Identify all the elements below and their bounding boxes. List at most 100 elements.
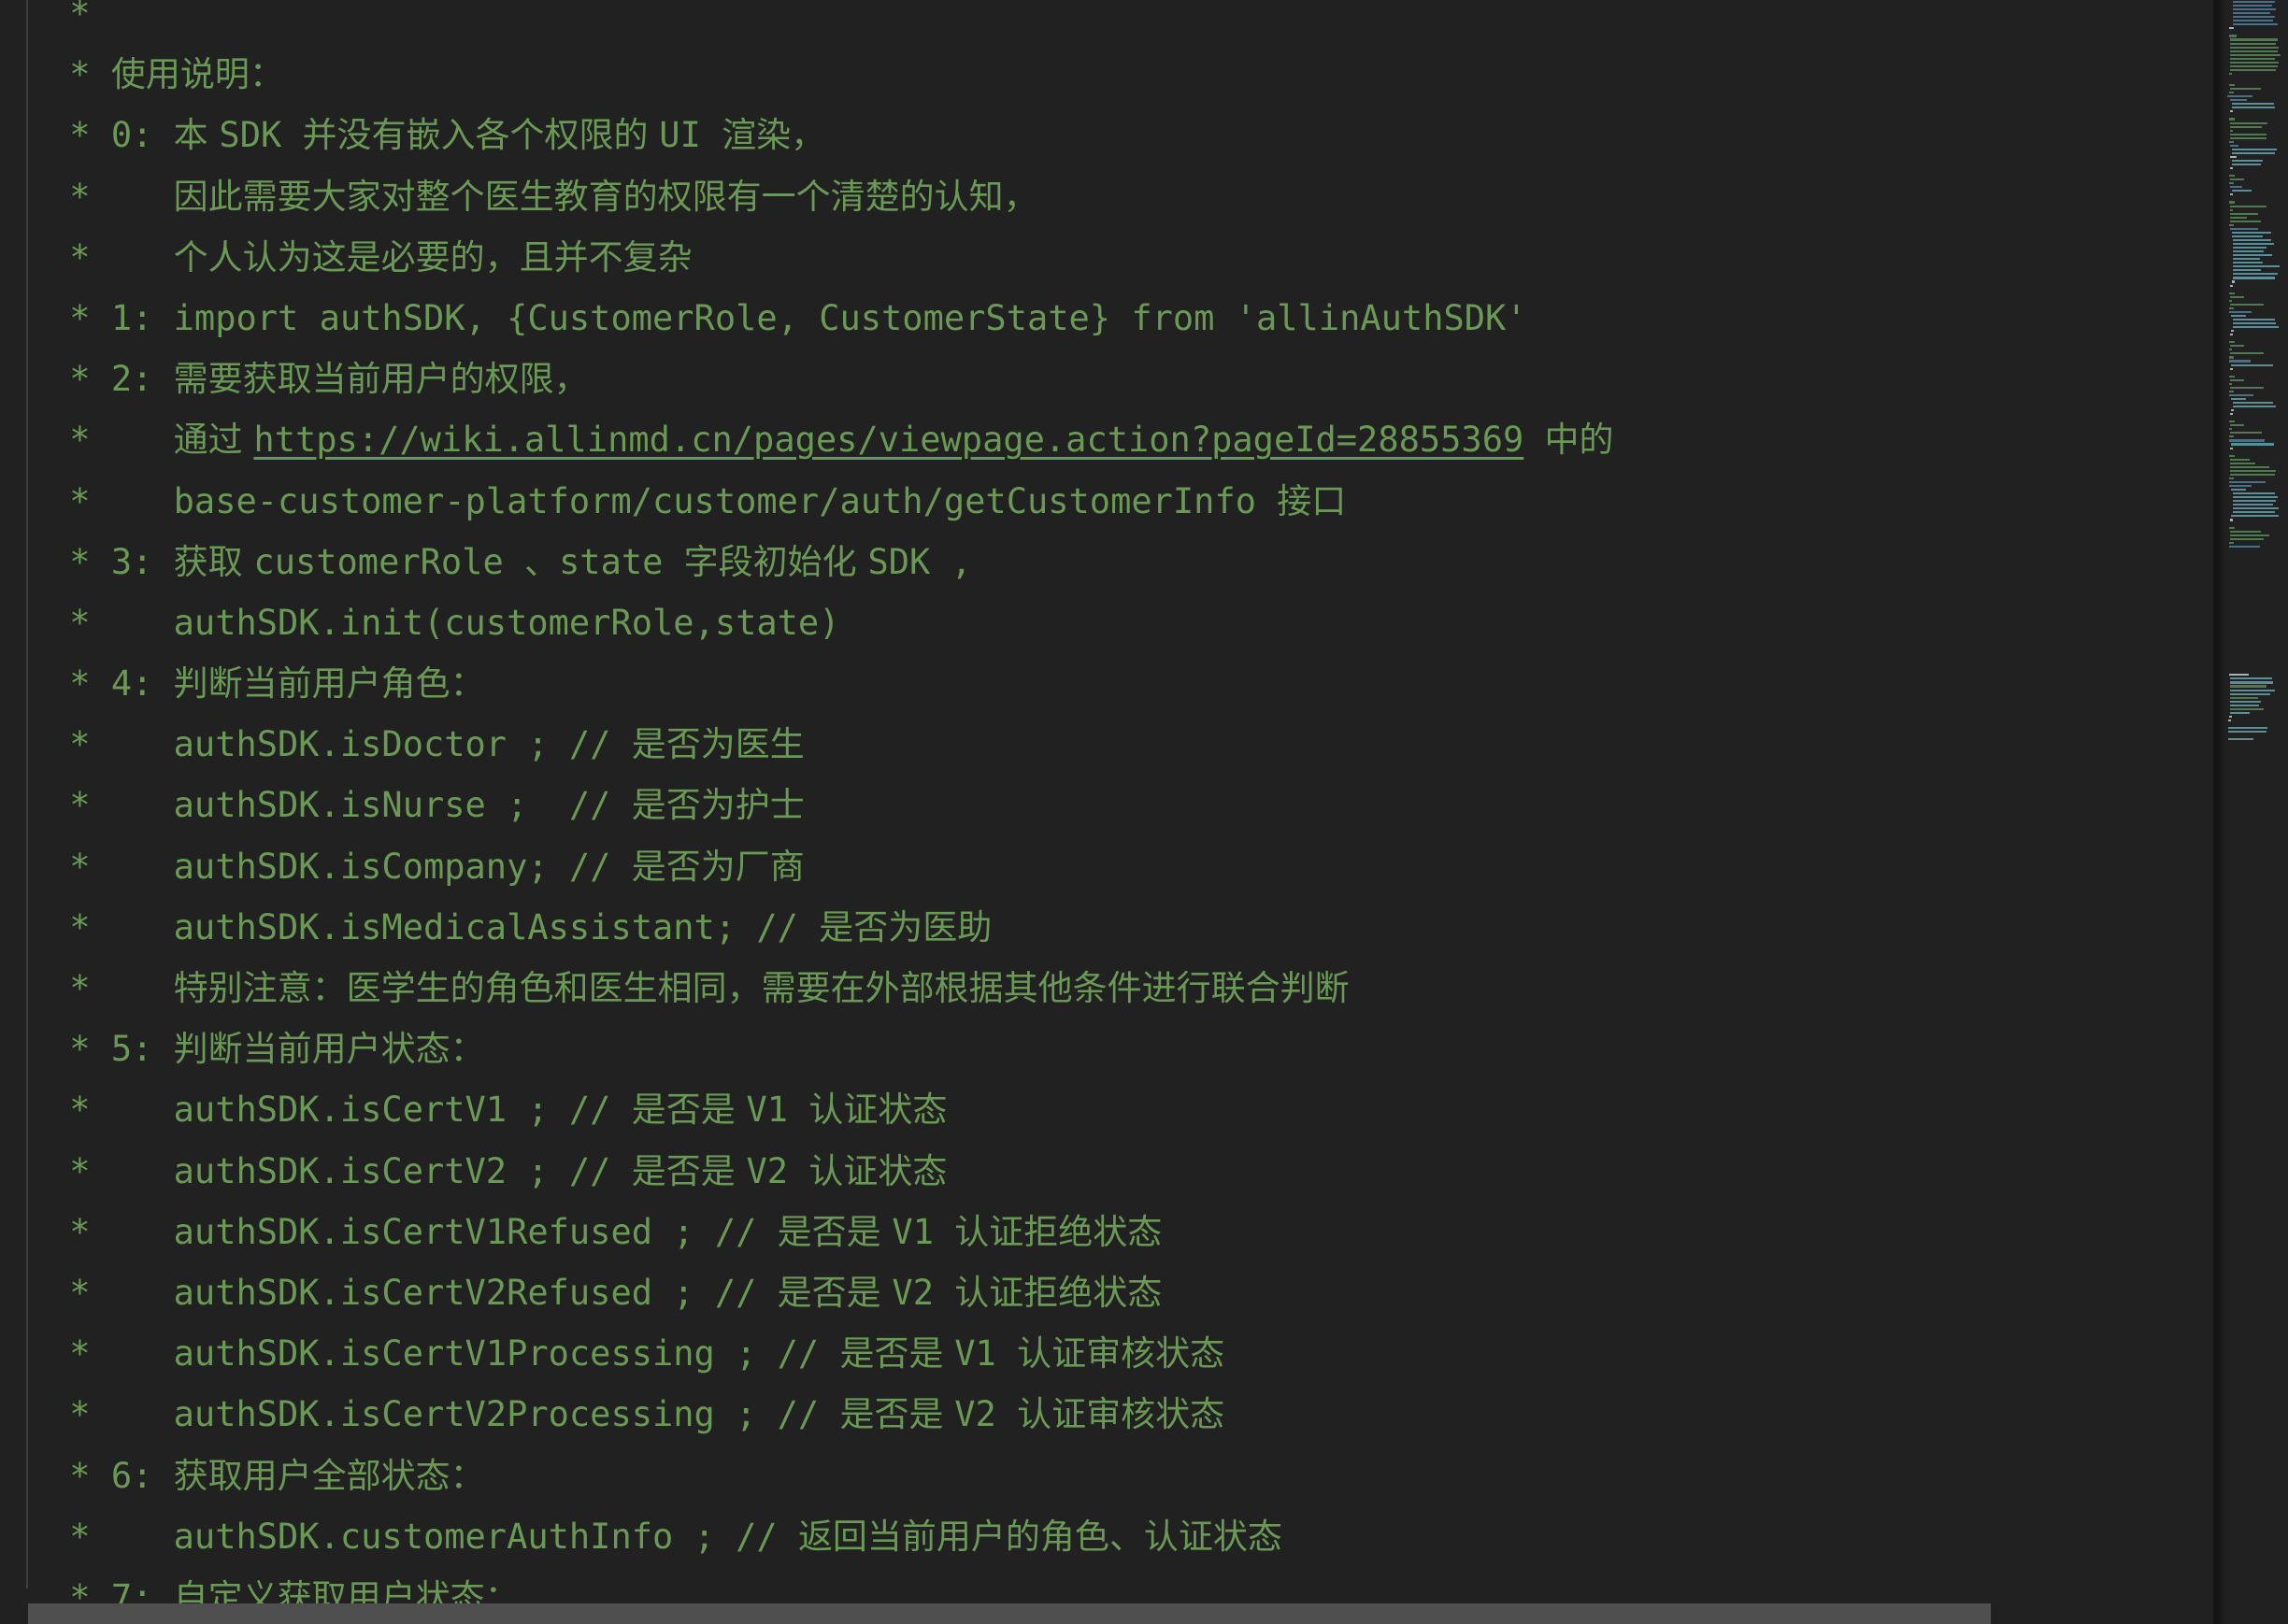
comment-text: * 1: import authSDK, {CustomerRole, Cust…: [49, 297, 1527, 338]
minimap-token: [2232, 23, 2278, 26]
minimap-token: [2229, 129, 2233, 132]
code-line[interactable]: * authSDK.isCompany; // 是否为厂商: [0, 836, 2217, 897]
comment-text-cjk: 通过: [173, 420, 254, 461]
comment-text-cjk: 认证状态: [808, 1150, 948, 1191]
minimap-token: [2233, 269, 2262, 272]
code-line[interactable]: * authSDK.isCertV2Refused ; // 是否是 V2 认证…: [0, 1262, 2217, 1323]
code-line[interactable]: * authSDK.isCertV1 ; // 是否是 V1 认证状态: [0, 1079, 2217, 1140]
minimap-token: [2230, 409, 2234, 412]
minimap-token: [2229, 46, 2280, 49]
code-line[interactable]: * 特别注意：医学生的角色和医生相同，需要在外部根据其他条件进行联合判断: [0, 958, 2217, 1019]
wiki-link[interactable]: https://wiki.allinmd.cn/pages/viewpage.a…: [253, 420, 1523, 460]
minimap-token: [2229, 303, 2264, 306]
code-line[interactable]: * authSDK.isCertV2Processing ; // 是否是 V2…: [0, 1384, 2217, 1445]
code-line[interactable]: * authSDK.isCertV1Refused ; // 是否是 V1 认证…: [0, 1202, 2217, 1262]
code-line[interactable]: * base-customer-platform/customer/auth/g…: [0, 471, 2217, 532]
code-line[interactable]: * authSDK.isCertV2 ; // 是否是 V2 认证状态: [0, 1141, 2217, 1202]
minimap-token: [2229, 681, 2274, 684]
comment-text-cjk: 是否是: [631, 1150, 747, 1191]
code-line[interactable]: * 4: 判断当前用户角色：: [0, 653, 2217, 714]
code-line[interactable]: * 0: 本 SDK 并没有嵌入各个权限的 UI 渲染，: [0, 105, 2217, 165]
minimap[interactable]: [2217, 0, 2288, 1624]
comment-text-cjk: 是否是: [839, 1333, 955, 1375]
code-line[interactable]: * 个人认为这是必要的，且并不复杂: [0, 227, 2217, 288]
minimap-token: [2229, 35, 2237, 37]
code-line[interactable]: * 使用说明：: [0, 44, 2217, 105]
editor-pane[interactable]: * * 使用说明： * 0: 本 SDK 并没有嵌入各个权限的 UI 渲染， *…: [0, 0, 2217, 1624]
minimap-token: [2229, 61, 2280, 64]
comment-text: * authSDK.isCompany; //: [49, 846, 632, 887]
minimap-token: [2229, 84, 2236, 87]
minimap-token: [2230, 397, 2247, 401]
comment-text: V2: [954, 1394, 1018, 1435]
horizontal-scrollbar-thumb[interactable]: [28, 1603, 1991, 1624]
minimap-token: [2229, 447, 2233, 449]
code-line[interactable]: * 因此需要大家对整个医生教育的权限有一个清楚的认知，: [0, 166, 2217, 227]
minimap-token: [2229, 700, 2261, 703]
comment-text: *: [49, 176, 174, 217]
minimap-token: [2229, 349, 2233, 351]
comment-text-cjk: 需要获取当前用户的权限，: [173, 359, 589, 400]
minimap-token: [2229, 707, 2264, 710]
minimap-token: [2229, 477, 2234, 479]
minimap-token: [2229, 299, 2233, 302]
minimap-token: [2229, 99, 2247, 102]
minimap-token: [2229, 530, 2261, 533]
code-line[interactable]: * authSDK.customerAuthInfo ; // 返回当前用户的角…: [0, 1506, 2217, 1567]
minimap-token: [2231, 235, 2263, 237]
comment-text-cjk: 因此需要大家对整个医生教育的权限有一个清楚的认知，: [173, 176, 1038, 217]
code-line[interactable]: * authSDK.isDoctor ; // 是否为医生: [0, 714, 2217, 775]
comment-text: *: [49, 0, 111, 34]
comment-text: state: [559, 541, 684, 582]
minimap-token: [2229, 378, 2244, 381]
minimap-token: [2229, 57, 2275, 60]
minimap-token: [2227, 95, 2253, 98]
comment-text-cjk: 获取: [173, 541, 254, 582]
minimap-token: [2229, 334, 2233, 336]
minimap-row: [2224, 325, 2288, 329]
code-line[interactable]: * 5: 判断当前用户状态：: [0, 1019, 2217, 1079]
comment-text-cjk: 认证状态: [808, 1090, 948, 1131]
comment-text: V2: [892, 1272, 955, 1313]
minimap-token: [2229, 462, 2255, 464]
minimap-token: [2228, 719, 2232, 721]
code-line[interactable]: * 1: import authSDK, {CustomerRole, Cust…: [0, 288, 2217, 349]
horizontal-scrollbar[interactable]: [0, 1603, 2217, 1624]
code-line[interactable]: * authSDK.isMedicalAssistant; // 是否为医助: [0, 897, 2217, 958]
minimap-token: [2229, 306, 2234, 309]
comment-text-cjk: 判断当前用户状态：: [173, 1029, 485, 1070]
comment-text-cjk: 认证审核状态: [1017, 1394, 1225, 1435]
code-line[interactable]: * authSDK.init(customerRole,state): [0, 592, 2217, 653]
minimap-token: [2229, 27, 2234, 30]
minimap-token: [2233, 247, 2267, 249]
comment-text: * authSDK.isCertV2Refused ; //: [49, 1272, 778, 1313]
minimap-token: [2229, 692, 2271, 695]
minimap-token: [2231, 107, 2276, 109]
minimap-token: [2229, 689, 2275, 691]
comment-text: * authSDK.init(customerRole,state): [49, 602, 840, 643]
minimap-token: [2231, 103, 2274, 106]
minimap-token: [2232, 5, 2272, 7]
code-line[interactable]: *: [0, 0, 2217, 44]
minimap-token: [2229, 186, 2243, 189]
comment-text: SDK: [219, 115, 303, 156]
code-line[interactable]: * authSDK.isCertV1Processing ; // 是否是 V1…: [0, 1323, 2217, 1384]
code-content[interactable]: * * 使用说明： * 0: 本 SDK 并没有嵌入各个权限的 UI 渲染， *…: [0, 0, 2217, 1624]
code-line[interactable]: * 2: 需要获取当前用户的权限，: [0, 349, 2217, 409]
minimap-token: [2229, 310, 2252, 313]
minimap-token: [2229, 208, 2233, 211]
minimap-token: [2232, 401, 2273, 405]
code-line[interactable]: * 6: 获取用户全部状态：: [0, 1446, 2217, 1506]
minimap-token: [2231, 190, 2252, 192]
minimap-token: [2229, 88, 2261, 91]
code-line[interactable]: * 通过 https://wiki.allinmd.cn/pages/viewp…: [0, 409, 2217, 470]
minimap-token: [2232, 500, 2276, 503]
comment-text: * 4:: [49, 663, 174, 705]
minimap-token: [2231, 148, 2277, 150]
minimap-token: [2229, 144, 2238, 147]
code-line[interactable]: * 3: 获取 customerRole 、state 字段初始化 SDK ,: [0, 532, 2217, 592]
minimap-token: [2229, 428, 2233, 431]
minimap-token: [2231, 280, 2235, 283]
code-line[interactable]: * authSDK.isNurse ; // 是否为护士: [0, 775, 2217, 835]
minimap-row: [2224, 741, 2288, 745]
